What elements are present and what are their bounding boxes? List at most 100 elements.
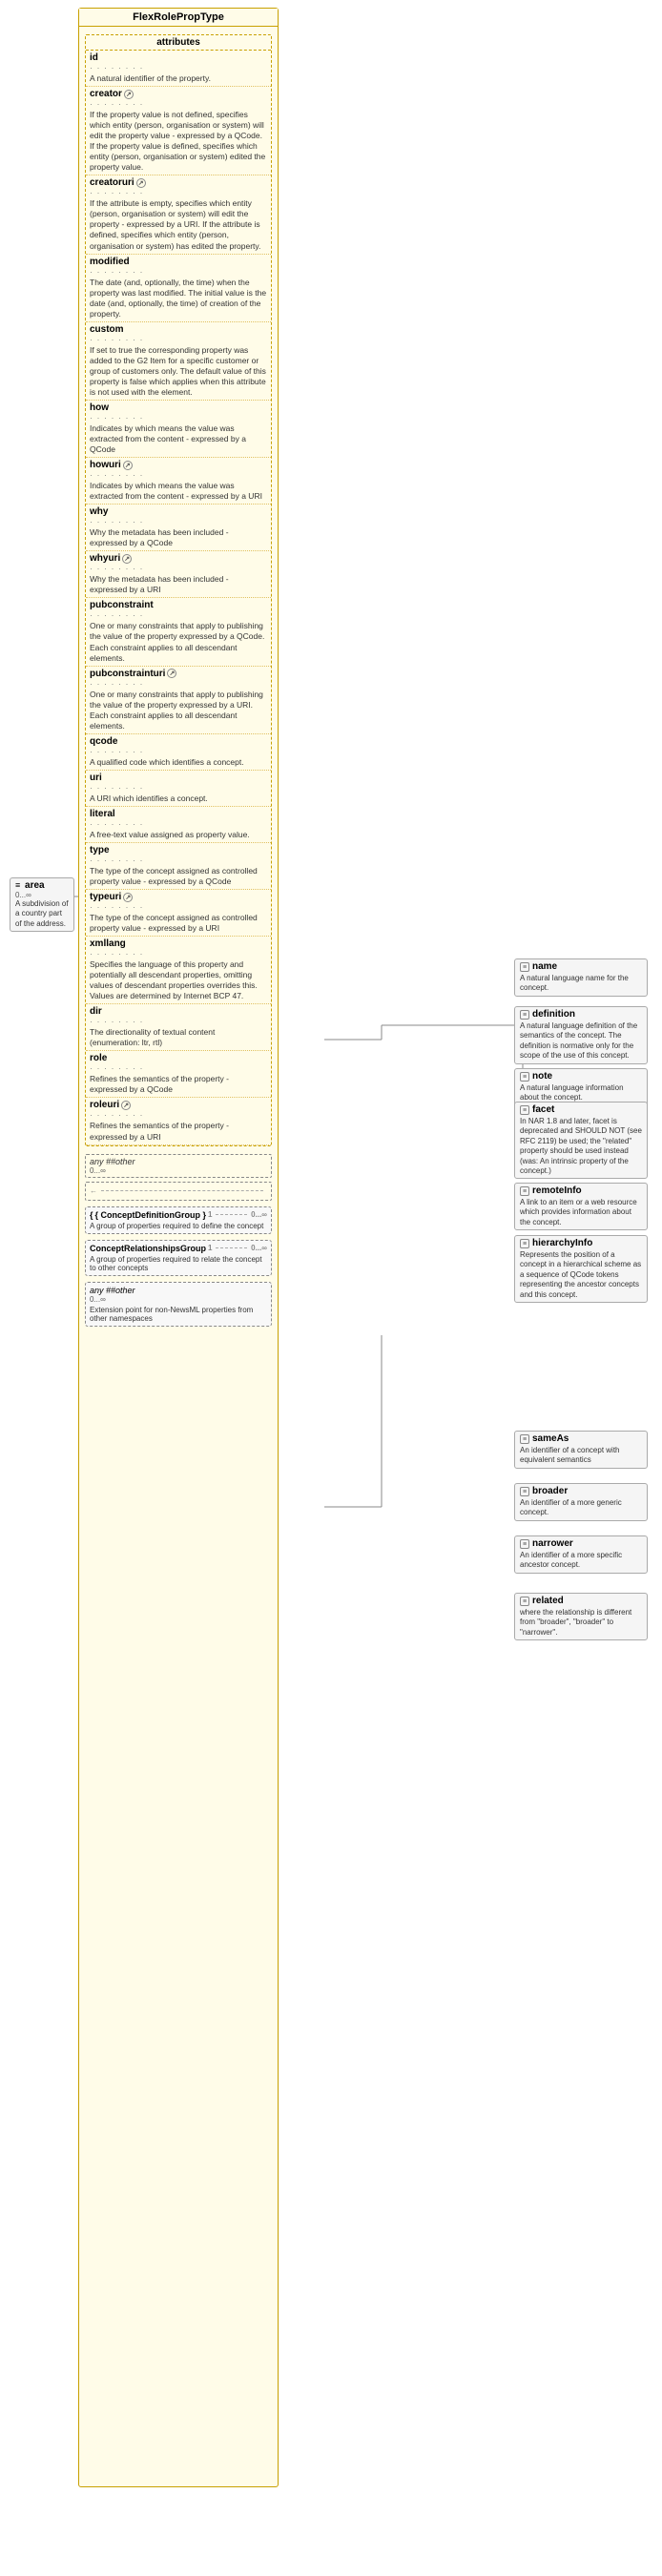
attr-howuri-dots: · · · · · · · · (90, 470, 267, 480)
attr-pubconstraint: pubconstraint · · · · · · · · One or man… (86, 598, 271, 666)
attr-whyuri-desc: Why the metadata has been included - exp… (90, 574, 267, 595)
concept-def-group-desc: A group of properties required to define… (90, 1222, 267, 1230)
diagram-container: FlexRolePropType attributes id · · · · ·… (0, 0, 662, 2576)
right-box-note: ≡ note A natural language information ab… (514, 1068, 648, 1106)
attr-id-desc: A natural identifier of the property. (90, 73, 267, 84)
attr-literal-dots: · · · · · · · · (90, 819, 267, 829)
attr-why-dots: · · · · · · · · (90, 517, 267, 526)
attr-pubconstrainturi: pubconstrainturi ↗ · · · · · · · · One o… (86, 667, 271, 734)
attr-why-name: why (90, 506, 108, 517)
attr-creatoruri-name: creatoruri (90, 177, 134, 188)
attr-dir: dir · · · · · · · · The directionality o… (86, 1004, 271, 1051)
main-box-title: FlexRolePropType (79, 9, 278, 27)
attr-dir-dots: · · · · · · · · (90, 1017, 267, 1026)
name-prop-label: name (532, 961, 557, 972)
attr-howuri-name: howuri (90, 460, 121, 470)
attr-literal-name: literal (90, 809, 115, 819)
concept-rel-line (216, 1247, 247, 1248)
hierarchyinfo-prop-label: hierarchyInfo (532, 1238, 592, 1248)
attr-id: id · · · · · · · · A natural identifier … (86, 51, 271, 87)
attr-howuri: howuri ↗ · · · · · · · · Indicates by wh… (86, 458, 271, 505)
any-other-box: any ##other 0...∞ (85, 1154, 272, 1178)
attr-whyuri-dots: · · · · · · · · (90, 564, 267, 573)
attr-qcode-desc: A qualified code which identifies a conc… (90, 757, 267, 768)
attr-pubconstrainturi-desc: One or many constraints that apply to pu… (90, 690, 267, 732)
concept-rel-group-mult-left: 1 (208, 1244, 212, 1252)
narrower-prop-icon: ≡ (520, 1539, 529, 1549)
attr-xmllang-desc: Specifies the language of this property … (90, 959, 267, 1001)
creator-uri-icon: ↗ (124, 90, 134, 99)
attr-role-name: role (90, 1053, 107, 1063)
right-box-narrower: ≡ narrower An identifier of a more speci… (514, 1535, 648, 1574)
attr-creator: creator ↗ · · · · · · · · If the propert… (86, 87, 271, 175)
sameas-prop-desc: An identifier of a concept with equivale… (520, 1446, 642, 1466)
hierarchyinfo-prop-icon: ≡ (520, 1239, 529, 1248)
area-box: ≡ area 0...∞ A subdivision of a country … (10, 877, 74, 932)
attr-dir-name: dir (90, 1006, 102, 1017)
concept-def-group-mult-right: 0...∞ (251, 1210, 267, 1219)
attr-creator-desc: If the property value is not defined, sp… (90, 110, 267, 173)
attr-typeuri-desc: The type of the concept assigned as cont… (90, 913, 267, 934)
attr-xmllang-dots: · · · · · · · · (90, 949, 267, 958)
narrower-prop-label: narrower (532, 1538, 573, 1549)
attr-how-name: how (90, 402, 109, 413)
attr-custom-dots: · · · · · · · · (90, 335, 267, 344)
area-box-name: ≡ area (15, 880, 69, 891)
attr-creatoruri: creatoruri ↗ · · · · · · · · If the attr… (86, 175, 271, 254)
remoteinfo-prop-icon: ≡ (520, 1186, 529, 1196)
remoteinfo-prop-label: remoteInfo (532, 1185, 582, 1196)
attr-id-name: id (90, 52, 98, 63)
area-connector-row: ← (85, 1182, 272, 1201)
attr-why: why · · · · · · · · Why the metadata has… (86, 505, 271, 551)
attr-roleuri-name: roleuri (90, 1100, 119, 1110)
attr-custom-name: custom (90, 324, 124, 335)
remoteinfo-prop-desc: A link to an item or a web resource whic… (520, 1198, 642, 1227)
facet-prop-desc: In NAR 1.8 and later, facet is deprecate… (520, 1117, 642, 1176)
attr-typeuri: typeuri ↗ · · · · · · · · The type of th… (86, 890, 271, 937)
attr-uri-desc: A URI which identifies a concept. (90, 793, 267, 804)
attr-creator-dots: · · · · · · · · (90, 99, 267, 109)
attr-role: role · · · · · · · · Refines the semanti… (86, 1051, 271, 1098)
note-prop-icon: ≡ (520, 1072, 529, 1082)
attributes-section: attributes id · · · · · · · · A natural … (85, 34, 272, 1146)
attr-custom: custom · · · · · · · · If set to true th… (86, 322, 271, 401)
any-other-bottom-desc: Extension point for non-NewsML propertie… (90, 1306, 267, 1323)
attr-qcode: qcode · · · · · · · · A qualified code w… (86, 734, 271, 771)
related-prop-label: related (532, 1596, 564, 1606)
attr-role-dots: · · · · · · · · (90, 1063, 267, 1073)
attr-xmllang: xmllang · · · · · · · · Specifies the la… (86, 937, 271, 1004)
right-box-definition: ≡ definition A natural language definiti… (514, 1006, 648, 1064)
attr-pubconstrainturi-dots: · · · · · · · · (90, 679, 267, 689)
area-icon: ≡ (15, 880, 20, 890)
attr-creatoruri-desc: If the attribute is empty, specifies whi… (90, 198, 267, 251)
area-connector-line (101, 1190, 263, 1191)
attr-literal-desc: A free-text value assigned as property v… (90, 830, 267, 840)
concept-rel-group-name: ConceptRelationshipsGroup (90, 1244, 206, 1253)
creatoruri-uri-icon: ↗ (136, 178, 146, 188)
right-box-sameas: ≡ sameAs An identifier of a concept with… (514, 1431, 648, 1469)
attr-howuri-desc: Indicates by which means the value was e… (90, 481, 267, 502)
attr-dir-desc: The directionality of textual content (e… (90, 1027, 267, 1048)
concept-def-line (216, 1214, 247, 1215)
attr-xmllang-name: xmllang (90, 938, 126, 949)
attr-pubconstraint-desc: One or many constraints that apply to pu… (90, 621, 267, 663)
broader-prop-desc: An identifier of a more generic concept. (520, 1498, 642, 1518)
sameas-prop-label: sameAs (532, 1433, 569, 1444)
attr-qcode-name: qcode (90, 736, 117, 747)
attr-typeuri-dots: · · · · · · · · (90, 902, 267, 912)
right-box-broader: ≡ broader An identifier of a more generi… (514, 1483, 648, 1521)
attr-pubconstraint-name: pubconstraint (90, 600, 154, 610)
sameas-prop-icon: ≡ (520, 1434, 529, 1444)
concept-def-group-inner: { { ConceptDefinitionGroup } 1 0...∞ A g… (85, 1206, 272, 1234)
main-box: FlexRolePropType attributes id · · · · ·… (78, 8, 279, 2487)
attr-roleuri: roleuri ↗ · · · · · · · · Refines the se… (86, 1098, 271, 1144)
area-left-arrow: ← (90, 1186, 97, 1195)
attr-roleuri-dots: · · · · · · · · (90, 1110, 267, 1120)
attr-how-dots: · · · · · · · · (90, 413, 267, 422)
attr-type-dots: · · · · · · · · (90, 855, 267, 865)
howuri-uri-icon: ↗ (123, 461, 133, 470)
any-other-bottom-label: any ##other (90, 1286, 267, 1295)
attr-id-dots: · · · · · · · · (90, 63, 267, 72)
area-multiplicity: 0...∞ (15, 891, 69, 899)
attr-type: type · · · · · · · · The type of the con… (86, 843, 271, 890)
